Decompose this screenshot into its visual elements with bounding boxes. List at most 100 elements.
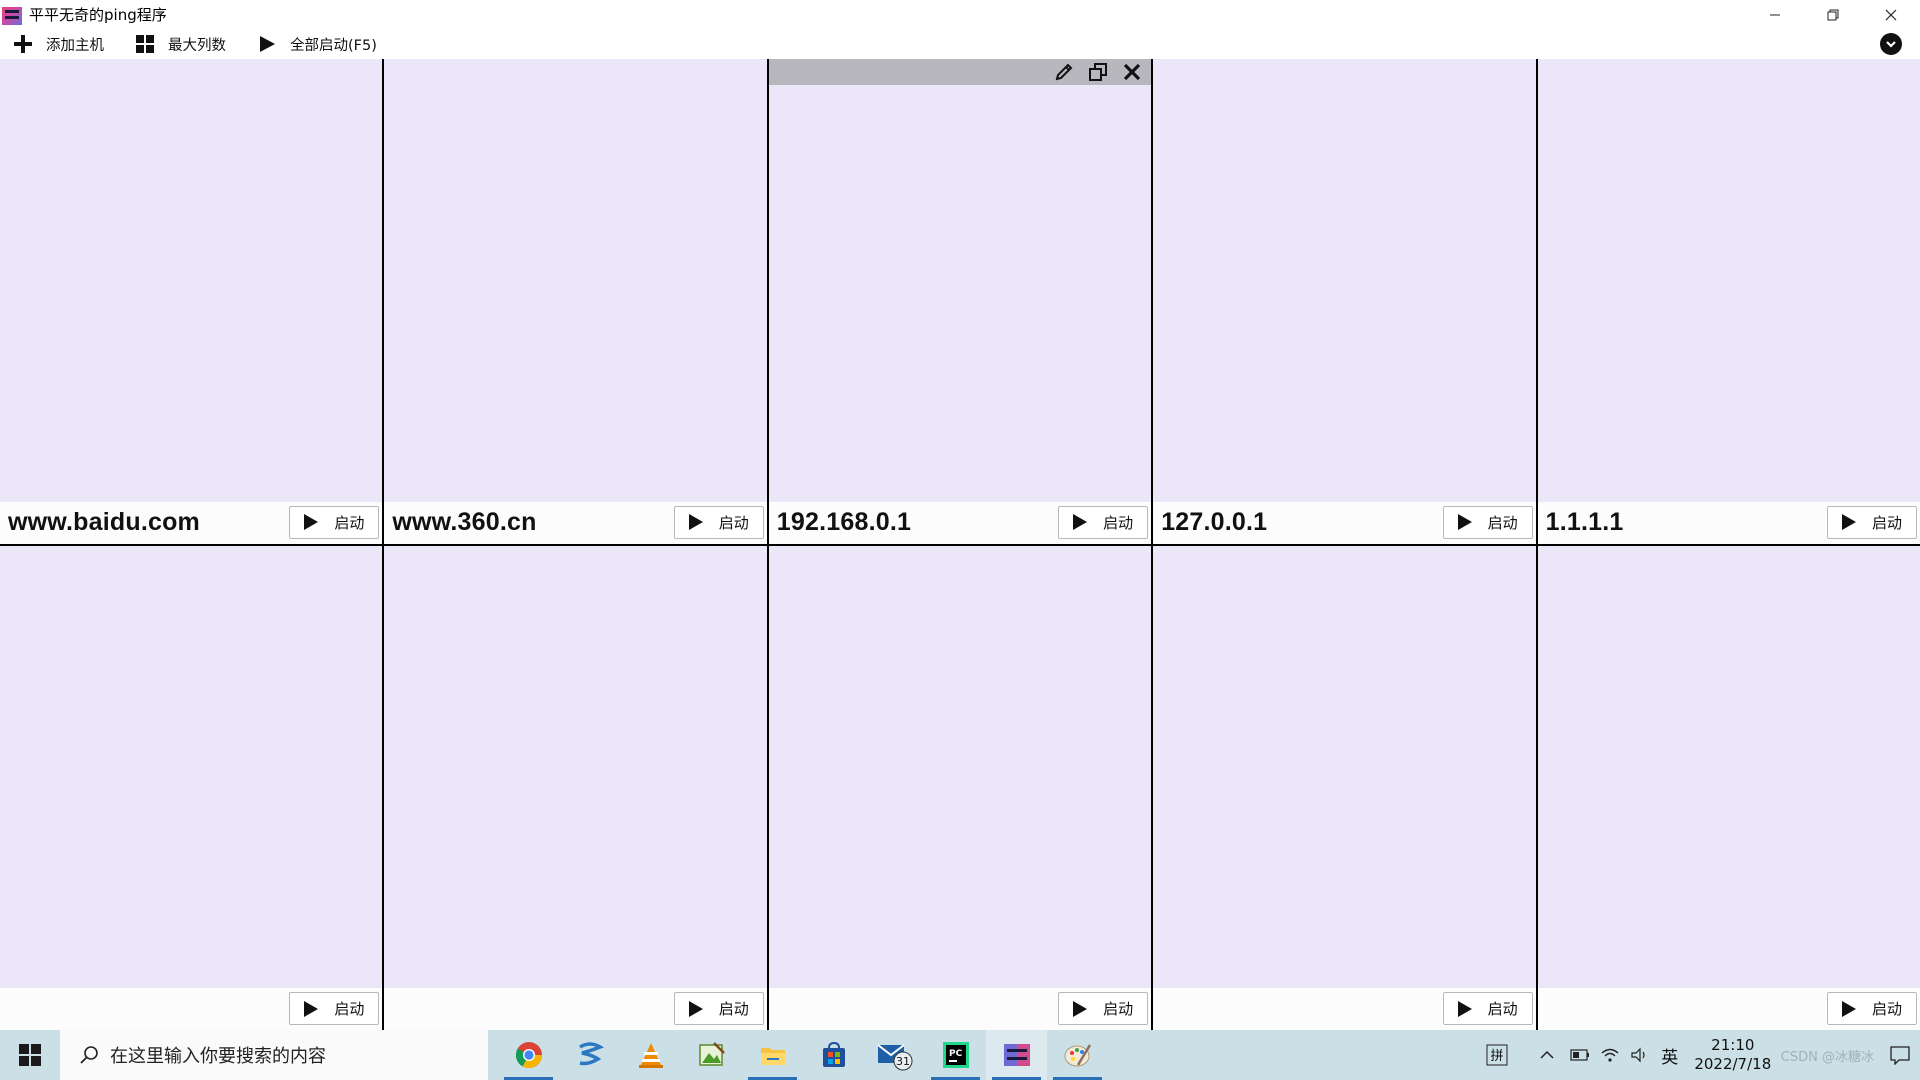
- start-ping-button[interactable]: 启动: [1058, 992, 1149, 1025]
- host-address: 192.168.0.1: [776, 508, 912, 536]
- remove-host-button[interactable]: [1119, 60, 1145, 84]
- start-ping-button[interactable]: 启动: [1826, 992, 1917, 1025]
- host-address: www.360.cn: [392, 508, 537, 536]
- clock-date: 2022/7/18: [1694, 1055, 1772, 1073]
- max-columns-label: 最大列数: [168, 37, 226, 54]
- taskbar: 在这里输入你要搜索的内容 31 PC 拼 英 21:10 2022/7/18 C…: [0, 1030, 1920, 1080]
- host-address: 127.0.0.1: [1161, 508, 1268, 536]
- host-cell[interactable]: 启动: [384, 545, 767, 1030]
- taskbar-app-4[interactable]: [681, 1030, 742, 1080]
- max-columns-button[interactable]: 最大列数: [126, 29, 234, 59]
- start-ping-button[interactable]: 启动: [1442, 992, 1533, 1025]
- host-cell-footer: www.baidu.com 启动: [0, 501, 383, 544]
- battery-icon: [1570, 1049, 1589, 1061]
- host-cell-footer: 启动: [384, 988, 767, 1030]
- start-all-button[interactable]: 全部启动(F5): [248, 29, 385, 59]
- taskbar-search-box[interactable]: 在这里输入你要搜索的内容: [60, 1030, 488, 1080]
- host-address: 1.1.1.1: [1545, 508, 1624, 536]
- start-ping-label: 启动: [1103, 513, 1134, 532]
- ime-language-text: 英: [1661, 1047, 1679, 1068]
- chevron-up-icon: [1540, 1050, 1554, 1059]
- start-ping-button[interactable]: 启动: [1058, 505, 1149, 539]
- host-cell[interactable]: 127.0.0.1 启动: [1153, 59, 1536, 544]
- grid-icon: [134, 33, 156, 55]
- mail-icon: 31: [876, 1044, 912, 1071]
- host-cell-footer: 启动: [768, 988, 1152, 1030]
- start-ping-label: 启动: [1871, 513, 1902, 532]
- play-icon: [1841, 514, 1856, 530]
- host-cell[interactable]: 192.168.0.1 启动: [768, 59, 1152, 544]
- host-cell-footer: 1.1.1.1 启动: [1537, 501, 1920, 544]
- host-cell[interactable]: 启动: [768, 545, 1152, 1030]
- taskbar-store[interactable]: [803, 1030, 864, 1080]
- taskbar-apps: 31 PC: [498, 1030, 1108, 1080]
- edit-host-button[interactable]: [1051, 60, 1077, 84]
- chevron-down-icon: [1886, 41, 1896, 48]
- clock[interactable]: 21:10 2022/7/18: [1685, 1030, 1781, 1080]
- host-cell[interactable]: 启动: [1153, 545, 1536, 1030]
- speaker-icon: [1631, 1047, 1645, 1063]
- host-cell[interactable]: 启动: [0, 545, 383, 1030]
- ime-mode-text: 拼: [1490, 1049, 1503, 1064]
- taskbar-vlc[interactable]: [620, 1030, 681, 1080]
- start-ping-label: 启动: [1487, 513, 1518, 532]
- svg-text:PC: PC: [949, 1049, 963, 1059]
- show-hidden-icons-button[interactable]: [1529, 1030, 1565, 1080]
- taskbar-file-explorer[interactable]: [742, 1030, 803, 1080]
- image-editor-icon: [698, 1042, 725, 1066]
- taskbar-paint[interactable]: [1047, 1030, 1108, 1080]
- copy-host-button[interactable]: [1085, 60, 1111, 84]
- host-address: www.baidu.com: [8, 508, 200, 536]
- palette-icon: [1064, 1044, 1091, 1067]
- watermark: CSDN @冰糖冰: [1780, 1049, 1874, 1065]
- taskbar-chrome[interactable]: [498, 1030, 559, 1080]
- play-icon: [688, 1000, 703, 1017]
- notification-button[interactable]: [1880, 1030, 1920, 1080]
- start-ping-button[interactable]: 启动: [289, 992, 380, 1025]
- host-cell-footer: 启动: [1537, 988, 1920, 1030]
- battery-indicator[interactable]: [1565, 1030, 1595, 1080]
- system-tray: 拼 英 21:10 2022/7/18 CSDN @冰糖冰: [1477, 1030, 1920, 1080]
- network-indicator[interactable]: [1595, 1030, 1625, 1080]
- start-all-label: 全部启动(F5): [290, 37, 377, 54]
- copy-icon: [1089, 63, 1108, 81]
- play-icon: [304, 514, 319, 530]
- collapse-button[interactable]: [1880, 33, 1902, 55]
- windows-start-button[interactable]: [0, 1030, 60, 1080]
- start-ping-label: 启动: [1871, 1000, 1902, 1018]
- start-ping-button[interactable]: 启动: [673, 992, 764, 1025]
- volume-indicator[interactable]: [1625, 1030, 1655, 1080]
- search-placeholder: 在这里输入你要搜索的内容: [110, 1046, 326, 1067]
- host-cell[interactable]: www.baidu.com 启动: [0, 59, 383, 544]
- start-ping-label: 启动: [1487, 1000, 1518, 1018]
- taskbar-pycharm[interactable]: PC: [925, 1030, 986, 1080]
- taskbar-ping-app[interactable]: [986, 1030, 1047, 1080]
- start-ping-button[interactable]: 启动: [1442, 505, 1533, 539]
- taskbar-app-2[interactable]: [559, 1030, 620, 1080]
- play-icon: [1073, 514, 1088, 530]
- start-ping-button[interactable]: 启动: [673, 505, 764, 539]
- plus-icon: [12, 33, 34, 55]
- ime-mode-indicator[interactable]: 拼: [1477, 1030, 1517, 1080]
- close-icon: [1124, 63, 1141, 81]
- play-icon: [1841, 1000, 1856, 1017]
- window-controls: [1746, 0, 1920, 29]
- start-ping-button[interactable]: 启动: [1826, 505, 1917, 539]
- minimize-icon: [1770, 14, 1780, 15]
- host-cell[interactable]: 启动: [1537, 545, 1920, 1030]
- restore-button[interactable]: [1804, 0, 1862, 29]
- taskbar-mail[interactable]: 31: [864, 1030, 925, 1080]
- clock-time: 21:10: [1711, 1036, 1755, 1054]
- start-ping-label: 启动: [334, 513, 365, 532]
- host-cell-footer: www.360.cn 启动: [384, 501, 767, 544]
- host-cell[interactable]: 1.1.1.1 启动: [1537, 59, 1920, 544]
- add-host-button[interactable]: 添加主机: [4, 29, 112, 59]
- mail-badge: 31: [896, 1055, 910, 1068]
- host-cell-header: [768, 59, 1152, 85]
- ime-language-indicator[interactable]: 英: [1655, 1030, 1685, 1080]
- host-cell[interactable]: www.360.cn 启动: [384, 59, 767, 544]
- start-ping-button[interactable]: 启动: [289, 505, 380, 539]
- minimize-button[interactable]: [1746, 0, 1804, 29]
- ping-app-icon: [1003, 1044, 1030, 1066]
- close-button[interactable]: [1862, 0, 1920, 29]
